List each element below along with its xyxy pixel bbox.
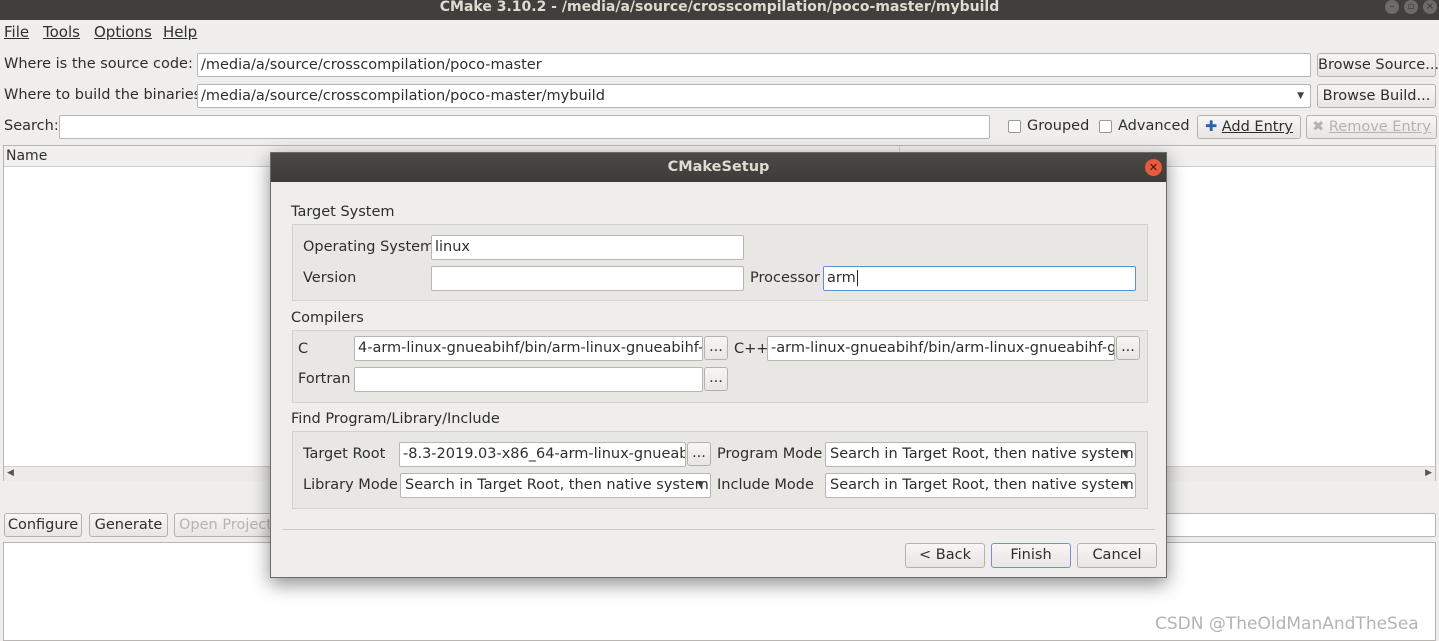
add-entry-label: Add Entry <box>1221 119 1294 135</box>
grouped-checkbox[interactable] <box>1008 120 1021 133</box>
c-compiler-input[interactable]: 4-arm-linux-gnueabihf/bin/arm-linux-gnue… <box>354 336 703 361</box>
text-cursor <box>856 270 858 286</box>
add-entry-button[interactable]: ✚ Add Entry <box>1197 115 1301 139</box>
window-title-bar: CMake 3.10.2 - /media/a/source/crosscomp… <box>0 0 1439 20</box>
os-input[interactable]: linux <box>431 235 744 260</box>
configure-label: Configure <box>7 517 79 533</box>
cxx-compiler-input[interactable]: -arm-linux-gnueabihf/bin/arm-linux-gnuea… <box>767 336 1115 361</box>
source-path-input[interactable]: /media/a/source/crosscompilation/poco-ma… <box>197 53 1311 77</box>
target-root-input[interactable]: -8.3-2019.03-x86_64-arm-linux-gnueabihf <box>399 442 686 467</box>
include-mode-value: Search in Target Root, then native syste… <box>830 477 1134 493</box>
watermark: CSDN @TheOldManAndTheSea <box>1155 614 1419 634</box>
window-title: CMake 3.10.2 - /media/a/source/crosscomp… <box>439 0 1000 15</box>
include-mode-label: Include Mode <box>717 477 814 493</box>
grouped-label: Grouped <box>1027 118 1090 134</box>
build-path-value: /media/a/source/crosscompilation/poco-ma… <box>201 88 605 104</box>
program-mode-value: Search in Target Root, then native syste… <box>830 446 1134 462</box>
cancel-button[interactable]: Cancel <box>1077 543 1157 568</box>
processor-value: arm <box>827 270 856 286</box>
generate-label: Generate <box>94 517 163 533</box>
version-label: Version <box>303 270 357 286</box>
cmake-setup-dialog: CMakeSetup ✕ Target System Operating Sys… <box>270 152 1167 578</box>
library-mode-label: Library Mode <box>303 477 398 493</box>
remove-entry-button[interactable]: ✖ Remove Entry <box>1306 115 1437 139</box>
remove-entry-label: Remove Entry <box>1328 119 1431 135</box>
advanced-label: Advanced <box>1118 118 1190 134</box>
configure-button[interactable]: Configure <box>4 513 82 537</box>
search-label: Search: <box>4 118 59 134</box>
dialog-title-bar: CMakeSetup <box>271 153 1166 182</box>
fortran-compiler-input[interactable] <box>354 367 703 392</box>
browse-source-button[interactable]: Browse Source... <box>1317 53 1439 77</box>
dialog-title: CMakeSetup <box>667 159 770 175</box>
program-mode-select[interactable]: Search in Target Root, then native syste… <box>825 442 1136 467</box>
dialog-separator <box>282 529 1155 530</box>
close-icon[interactable]: ✕ <box>1145 159 1162 176</box>
close-window-icon[interactable]: × <box>1423 0 1437 14</box>
build-label: Where to build the binaries: <box>4 87 207 103</box>
finish-button[interactable]: Finish <box>991 543 1071 568</box>
chevron-down-icon: ▼ <box>697 480 704 490</box>
chevron-down-icon: ▼ <box>1122 449 1129 459</box>
back-button[interactable]: < Back <box>905 543 985 568</box>
processor-input[interactable]: arm <box>823 266 1136 291</box>
target-root-label: Target Root <box>303 446 386 462</box>
processor-label: Processor <box>750 270 820 286</box>
remove-icon: ✖ <box>1312 119 1325 135</box>
build-path-combo[interactable]: /media/a/source/crosscompilation/poco-ma… <box>197 84 1311 108</box>
cxx-compiler-label: C++ <box>734 341 769 357</box>
c-compiler-label: C <box>298 341 309 357</box>
scroll-right-icon[interactable]: ▶ <box>1425 468 1432 478</box>
c-compiler-browse-button[interactable]: ... <box>704 336 728 360</box>
browse-build-button[interactable]: Browse Build... <box>1317 84 1436 108</box>
minimize-icon[interactable]: – <box>1385 0 1399 14</box>
plus-icon: ✚ <box>1204 119 1218 135</box>
cxx-compiler-browse-button[interactable]: ... <box>1116 336 1140 360</box>
open-project-button[interactable]: Open Project <box>174 513 284 537</box>
program-mode-label: Program Mode <box>717 446 823 462</box>
compilers-heading: Compilers <box>291 310 364 326</box>
include-mode-select[interactable]: Search in Target Root, then native syste… <box>825 473 1136 498</box>
target-root-browse-button[interactable]: ... <box>687 442 711 466</box>
source-label: Where is the source code: <box>4 56 193 72</box>
fortran-compiler-browse-button[interactable]: ... <box>704 367 728 391</box>
library-mode-value: Search in Target Root, then native syste… <box>405 477 709 493</box>
menu-options[interactable]: Options <box>94 23 152 41</box>
target-system-heading: Target System <box>291 204 395 220</box>
search-input[interactable] <box>59 115 990 139</box>
advanced-checkbox[interactable] <box>1099 120 1112 133</box>
find-heading: Find Program/Library/Include <box>291 411 500 427</box>
menu-tools[interactable]: Tools <box>43 23 80 41</box>
menu-help[interactable]: Help <box>163 23 197 41</box>
chevron-down-icon: ▼ <box>1122 480 1129 490</box>
name-column-header[interactable]: Name <box>6 148 47 164</box>
menu-file[interactable]: File <box>4 23 29 41</box>
os-label: Operating System <box>303 239 435 255</box>
progress-bar <box>1160 513 1436 537</box>
library-mode-select[interactable]: Search in Target Root, then native syste… <box>400 473 711 498</box>
generate-button[interactable]: Generate <box>89 513 168 537</box>
chevron-down-icon[interactable]: ▼ <box>1297 85 1304 107</box>
fortran-compiler-label: Fortran <box>298 371 351 387</box>
menu-bar: File Tools Options Help <box>0 20 1439 44</box>
version-input[interactable] <box>431 266 744 291</box>
maximize-icon[interactable]: ▫ <box>1404 0 1418 14</box>
scroll-left-icon[interactable]: ◀ <box>7 468 14 478</box>
